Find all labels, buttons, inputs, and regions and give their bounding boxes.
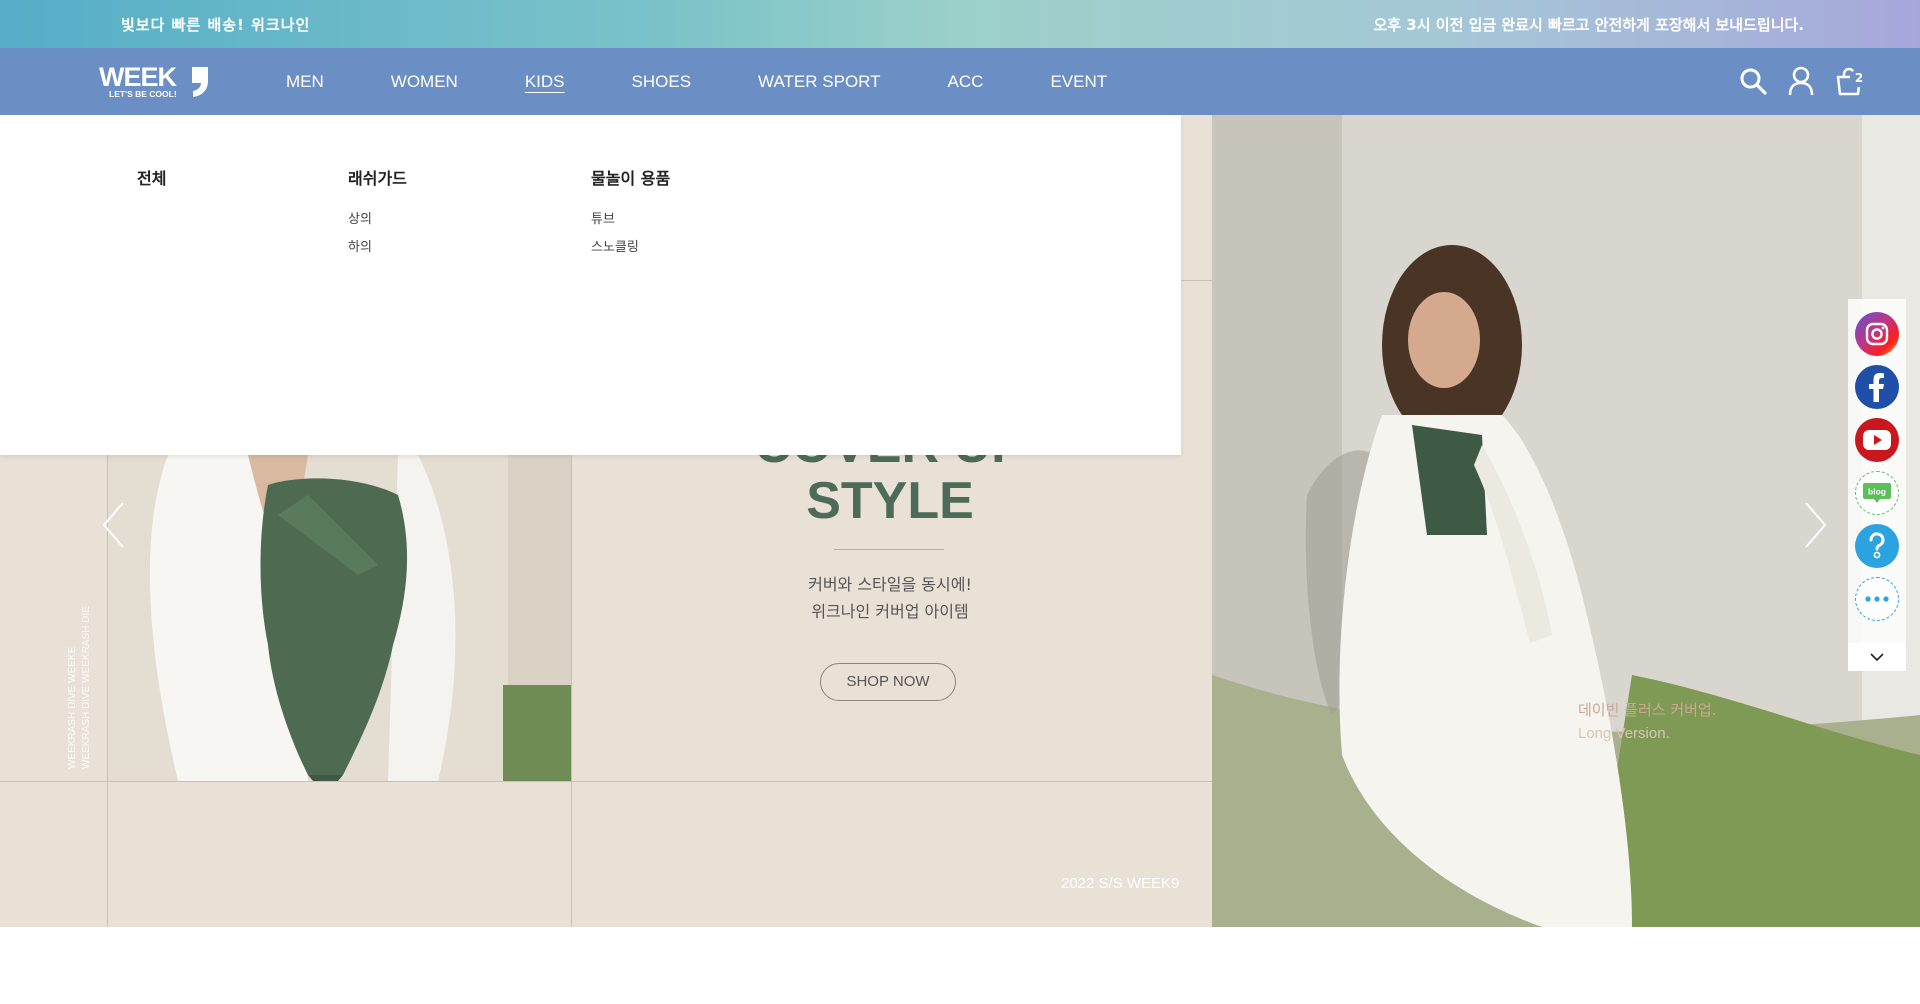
youtube-icon[interactable]: [1855, 418, 1899, 462]
instagram-icon[interactable]: [1855, 312, 1899, 356]
caption-line2: Long Version.: [1578, 725, 1670, 742]
facebook-icon[interactable]: [1855, 365, 1899, 409]
slider-next-arrow[interactable]: [1794, 495, 1834, 555]
more-icon[interactable]: [1855, 577, 1899, 621]
grid-line: [0, 781, 1212, 782]
menu-heading-all[interactable]: 전체: [137, 165, 166, 189]
help-icon[interactable]: [1855, 524, 1899, 568]
nav-shoes[interactable]: SHOES: [632, 72, 692, 92]
search-icon[interactable]: [1738, 65, 1768, 97]
nav-women[interactable]: WOMEN: [391, 72, 458, 92]
vertical-text-line: WEEKRASH DIVE WEEKE: [67, 646, 78, 769]
nav-event[interactable]: EVENT: [1050, 72, 1107, 92]
product-caption: 데이빈 플러스 커버업. Long Version.: [1578, 699, 1717, 745]
promo-right-text: 오후 3시 이전 입금 완료시 빠르고 안전하게 포장해서 보내드립니다.: [1373, 16, 1804, 34]
slider-prev-arrow[interactable]: [96, 495, 136, 555]
menu-column-rashguard: 래쉬가드 상의 하의: [348, 165, 407, 262]
nav-acc[interactable]: ACC: [948, 72, 984, 92]
shop-now-button[interactable]: SHOP NOW: [820, 663, 956, 701]
hero-photo-left: [108, 455, 571, 781]
svg-text:LET'S BE COOL!: LET'S BE COOL!: [109, 89, 177, 99]
nav-water-sport[interactable]: WATER SPORT: [758, 72, 880, 92]
season-label: 2022 S/S WEEK9: [1061, 875, 1180, 892]
top-promo-bar: 빛보다 빠른 배송! 위크나인 오후 3시 이전 입금 완료시 빠르고 안전하게…: [0, 0, 1920, 48]
vertical-text-line: WEEKRASH DIVE WEEKRASH DIE: [81, 606, 92, 769]
cart-icon[interactable]: 2: [1834, 65, 1868, 97]
svg-text:blog: blog: [1868, 487, 1886, 497]
kids-mega-menu: 전체 래쉬가드 상의 하의 물놀이 용품 튜브 스노클링: [0, 115, 1181, 455]
main-nav: MEN WOMEN KIDS SHOES WATER SPORT ACC EVE…: [286, 48, 1174, 115]
hero-divider: [834, 549, 944, 550]
caption-line1: 데이빈 플러스 커버업.: [1578, 701, 1717, 719]
user-icon[interactable]: [1786, 65, 1816, 97]
blog-icon[interactable]: blog: [1855, 471, 1899, 515]
site-logo[interactable]: WEEK LET'S BE COOL!: [98, 62, 210, 101]
menu-item-snorkeling[interactable]: 스노클링: [591, 234, 670, 262]
menu-heading-rashguard[interactable]: 래쉬가드: [348, 165, 407, 189]
menu-item-bottom[interactable]: 하의: [348, 234, 407, 262]
menu-item-top[interactable]: 상의: [348, 206, 407, 234]
header-icons: 2: [1738, 63, 1868, 99]
menu-heading-water-play[interactable]: 물놀이 용품: [591, 165, 670, 189]
menu-item-tube[interactable]: 튜브: [591, 206, 670, 234]
nav-men[interactable]: MEN: [286, 72, 324, 92]
menu-column-all: 전체: [137, 165, 166, 206]
main-header: WEEK LET'S BE COOL! MEN WOMEN KIDS SHOES…: [0, 48, 1920, 115]
hero-subtitle: 커버와 스타일을 동시에! 위크나인 커버업 아이템: [690, 571, 1090, 625]
menu-column-water-play: 물놀이 용품 튜브 스노클링: [591, 165, 670, 262]
week9-logo-mark: WEEK LET'S BE COOL!: [99, 62, 208, 99]
cart-count-badge: 2: [1850, 69, 1868, 87]
svg-text:WEEK: WEEK: [99, 63, 178, 92]
hero-title-line2: STYLE: [806, 472, 974, 530]
nav-kids[interactable]: KIDS: [525, 72, 565, 92]
hero-sub-line1: 커버와 스타일을 동시에!: [808, 575, 972, 594]
hero-sub-line2: 위크나인 커버업 아이템: [811, 602, 969, 621]
chevron-down-icon: [1870, 653, 1884, 662]
promo-left-text: 빛보다 빠른 배송! 위크나인: [121, 16, 311, 34]
sidebar-collapse-toggle[interactable]: [1848, 643, 1906, 671]
social-sidebar: blog: [1848, 299, 1906, 671]
vertical-brand-text: WEEKRASH DIVE WEEKE WEEKRASH DIVE WEEKRA…: [66, 606, 94, 769]
